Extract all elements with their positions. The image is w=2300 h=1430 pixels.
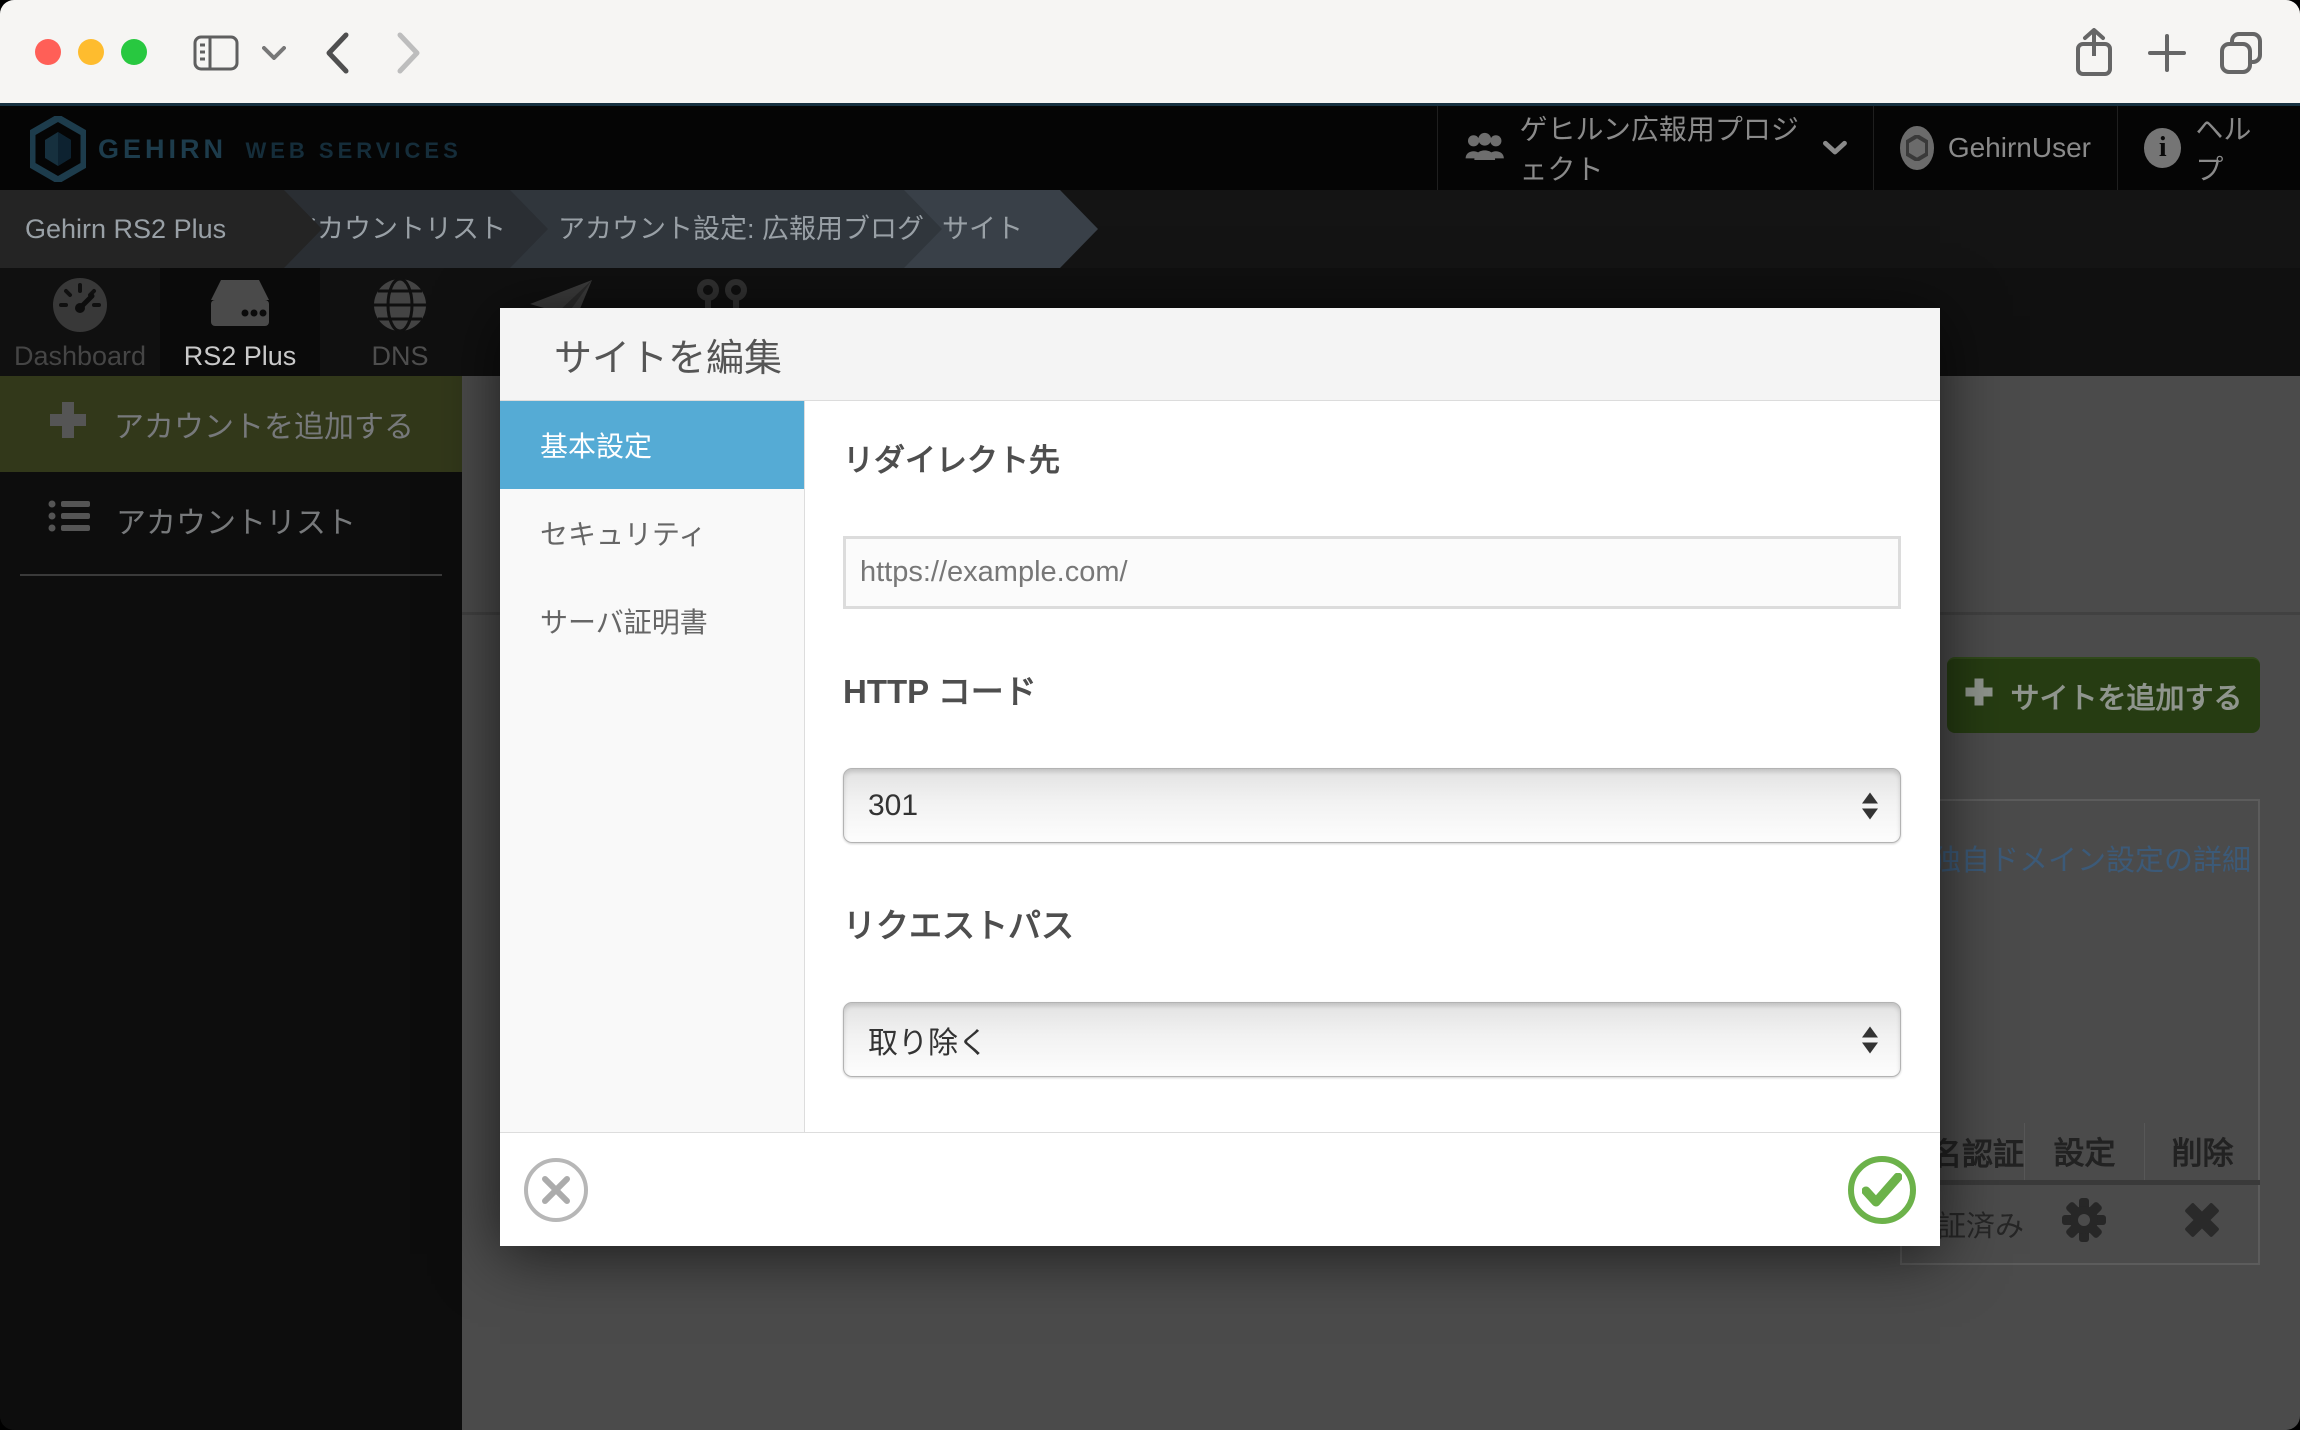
domain-detail-link[interactable]: 独自ドメイン設定の詳細 (1932, 837, 2251, 879)
breadcrumb-item-rs2plus[interactable]: Gehirn RS2 Plus (0, 190, 322, 268)
info-icon: i (2144, 128, 2181, 168)
tab-server-certificate[interactable]: サーバ証明書 (500, 577, 804, 665)
back-button[interactable] (311, 27, 363, 79)
modal-form: リダイレクト先 https://example.com/ HTTP コード 30… (805, 401, 1940, 1132)
modal-tab-list: 基本設定 セキュリティ サーバ証明書 (500, 401, 805, 1132)
forward-button[interactable] (383, 27, 435, 79)
nav-item-dashboard[interactable]: Dashboard (0, 268, 160, 376)
browser-toolbar (0, 0, 2300, 103)
browser-window: GEHIRN WEB SERVICES ゲヒルン広報用プロジェクト Gehirn… (0, 0, 2300, 1430)
user-name: GehirnUser (1948, 132, 2091, 164)
cancel-button[interactable] (524, 1158, 588, 1222)
column-settings: 設定 (2024, 1123, 2144, 1180)
tab-security[interactable]: セキュリティ (500, 489, 804, 577)
select-spinner-icon (1862, 1026, 1878, 1053)
settings-gear-icon[interactable] (2024, 1197, 2144, 1251)
sidebar-item-label: アカウントを追加する (114, 402, 414, 446)
new-tab-icon[interactable] (2141, 27, 2193, 79)
nav-item-rs2plus[interactable]: RS2 Plus (160, 268, 320, 376)
redirect-label: リダイレクト先 (843, 435, 1901, 480)
chevron-down-icon (1823, 139, 1847, 157)
help-label: ヘルプ (2195, 108, 2274, 188)
tab-overview-icon[interactable] (2215, 27, 2267, 79)
modal-title: サイトを編集 (500, 308, 1940, 401)
request-path-select[interactable]: 取り除く (843, 1002, 1901, 1077)
edit-site-modal: サイトを編集 基本設定 セキュリティ サーバ証明書 リダイレクト先 https:… (500, 308, 1940, 1246)
tab-basic-settings[interactable]: 基本設定 (500, 401, 804, 489)
close-icon (540, 1174, 572, 1206)
server-icon (160, 276, 320, 339)
sidebar-divider (20, 574, 442, 576)
request-query-label: リクエストクエリ (843, 1124, 1901, 1132)
list-icon (48, 499, 90, 541)
check-icon (1862, 1173, 1902, 1207)
project-selector[interactable]: ゲヒルン広報用プロジェクト (1437, 106, 1873, 190)
plus-icon (1964, 677, 1994, 715)
project-name: ゲヒルン広報用プロジェクト (1519, 108, 1809, 188)
close-window-button[interactable] (35, 39, 61, 65)
zoom-window-button[interactable] (121, 39, 147, 65)
help-menu[interactable]: i ヘルプ (2117, 106, 2300, 190)
confirm-button[interactable] (1848, 1156, 1916, 1224)
domain-settings-panel: 独自ドメイン設定の詳細 ン名認証 設定 削除 証済み (1900, 799, 2260, 1265)
add-site-button[interactable]: サイトを追加する (1947, 657, 2260, 733)
avatar (1900, 126, 1934, 170)
sidebar-item-account-list[interactable]: アカウントリスト (0, 472, 462, 568)
minimize-window-button[interactable] (78, 39, 104, 65)
modal-footer (500, 1132, 1940, 1246)
brand-suffix: WEB SERVICES (245, 138, 461, 163)
user-menu[interactable]: GehirnUser (1873, 106, 2117, 190)
globe-icon (320, 276, 480, 339)
redirect-input[interactable]: https://example.com/ (843, 536, 1901, 609)
sidebar-item-add-account[interactable]: アカウントを追加する (0, 376, 462, 472)
select-spinner-icon (1862, 792, 1878, 819)
gehirn-logo[interactable]: GEHIRN WEB SERVICES (30, 116, 462, 182)
share-icon[interactable] (2068, 27, 2120, 79)
request-path-label: リクエストパス (843, 899, 1901, 947)
nav-label: DNS (320, 341, 480, 372)
http-code-select[interactable]: 301 (843, 768, 1901, 843)
add-site-label: サイトを追加する (2010, 675, 2242, 717)
plus-icon (48, 400, 88, 448)
chevron-down-icon[interactable] (248, 27, 300, 79)
sidebar: アカウントを追加する アカウントリスト (0, 376, 462, 1430)
brand-name: GEHIRN (98, 134, 227, 164)
column-delete: 削除 (2144, 1123, 2260, 1180)
gauge-icon (0, 276, 160, 339)
delete-x-icon[interactable] (2144, 1199, 2260, 1249)
sidebar-item-label: アカウントリスト (116, 498, 356, 542)
http-code-label: HTTP コード (843, 665, 1901, 713)
nav-item-dns[interactable]: DNS (320, 268, 480, 376)
sidebar-toggle-icon[interactable] (190, 27, 242, 79)
users-icon (1464, 129, 1505, 167)
app-header: GEHIRN WEB SERVICES ゲヒルン広報用プロジェクト Gehirn… (0, 103, 2300, 190)
gehirn-hexagon-icon (30, 116, 86, 182)
nav-label: RS2 Plus (160, 341, 320, 372)
nav-label: Dashboard (0, 341, 160, 372)
breadcrumb: サイト アカウント設定: 広報用ブログ アカウントリスト Gehirn RS2 … (0, 190, 2300, 268)
